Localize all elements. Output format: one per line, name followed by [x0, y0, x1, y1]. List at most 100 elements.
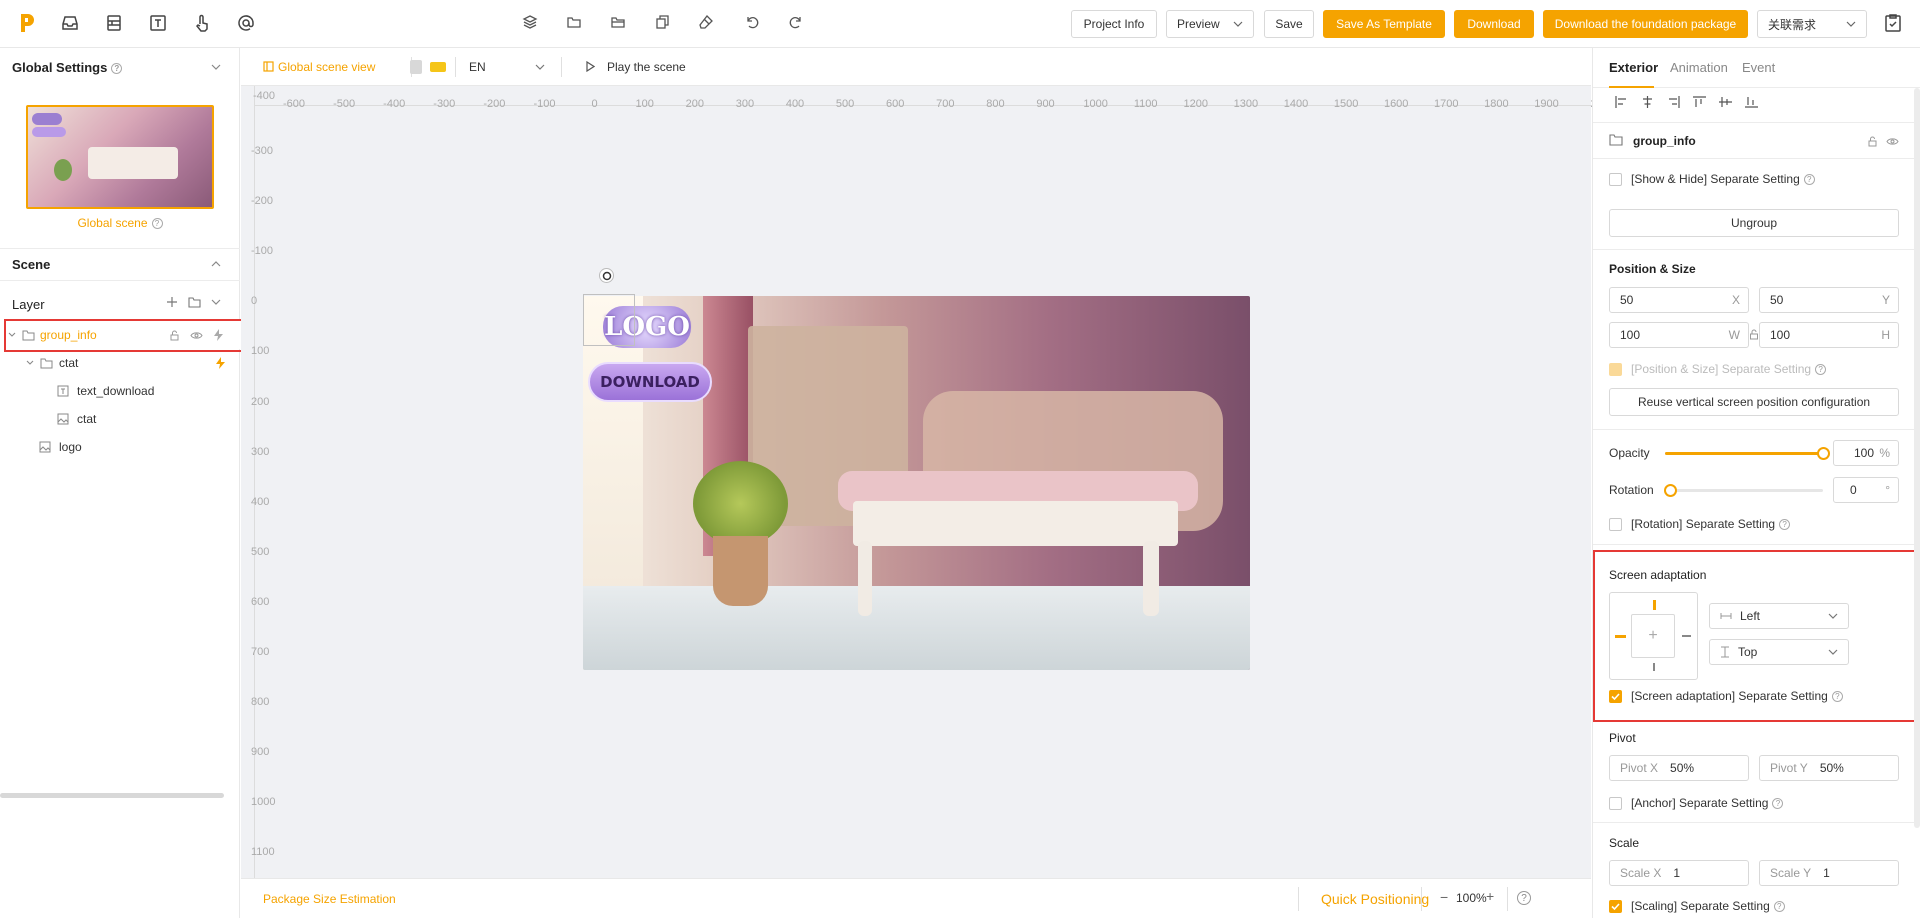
play-icon[interactable]: [586, 61, 595, 72]
scale-y-input[interactable]: Scale Y1: [1759, 860, 1899, 886]
zoom-in-icon[interactable]: +: [1486, 888, 1494, 904]
scene-preview[interactable]: LOGO DOWNLOAD: [583, 296, 1250, 670]
add-layer-icon[interactable]: [166, 296, 178, 308]
layout-icon[interactable]: [104, 13, 126, 35]
text-tool-icon[interactable]: [148, 13, 170, 35]
align-center-h-icon[interactable]: [1641, 96, 1654, 108]
folder-icon[interactable]: [566, 14, 588, 36]
rotation-checkbox[interactable]: [1609, 518, 1622, 531]
opacity-slider[interactable]: [1665, 447, 1830, 460]
quick-positioning-button[interactable]: Quick Positioning: [1321, 891, 1429, 907]
align-top-icon[interactable]: [1693, 96, 1706, 108]
rotation-input[interactable]: 0 °: [1833, 477, 1899, 503]
download-graphic[interactable]: DOWNLOAD: [588, 362, 712, 402]
tab-event[interactable]: Event: [1742, 60, 1775, 75]
horizontal-scrollbar[interactable]: [0, 793, 224, 798]
add-folder-icon[interactable]: [188, 296, 201, 308]
anchor-widget[interactable]: +: [1609, 592, 1698, 680]
help-icon[interactable]: ?: [151, 218, 163, 230]
global-scene-thumbnail[interactable]: [26, 105, 214, 209]
chevron-down-icon[interactable]: [211, 299, 221, 305]
position-size-checkbox[interactable]: [1609, 363, 1622, 376]
landscape-toggle[interactable]: [410, 60, 422, 74]
chevron-down-icon[interactable]: [26, 360, 34, 366]
help-icon[interactable]: ?: [1772, 798, 1784, 810]
lightning-icon[interactable]: [216, 357, 225, 369]
opacity-slider-knob[interactable]: [1817, 447, 1830, 460]
link-lock-icon[interactable]: [1749, 329, 1759, 340]
help-icon[interactable]: ?: [111, 63, 123, 75]
anchor-left-marker[interactable]: [1615, 635, 1626, 638]
anchor-bottom-marker[interactable]: [1653, 663, 1655, 671]
global-settings-header[interactable]: Global Settings?: [12, 60, 123, 75]
undo-icon[interactable]: [744, 14, 766, 36]
align-left-icon[interactable]: [1615, 96, 1628, 108]
layer-row-ctat-folder[interactable]: ctat: [0, 349, 240, 377]
chevron-up-icon[interactable]: [211, 261, 221, 267]
copy-icon[interactable]: [654, 14, 676, 36]
width-input[interactable]: 100 W: [1609, 322, 1749, 348]
horizontal-align-select[interactable]: Left: [1709, 603, 1849, 629]
height-input[interactable]: 100 H: [1759, 322, 1899, 348]
x-input[interactable]: 50 X: [1609, 287, 1749, 313]
opacity-input[interactable]: 100%: [1833, 440, 1899, 466]
eraser-icon[interactable]: [698, 14, 720, 36]
linked-requirements-dropdown[interactable]: 关联需求: [1757, 10, 1867, 38]
anchor-top-marker[interactable]: [1653, 600, 1656, 610]
rotate-handle-icon[interactable]: [599, 268, 614, 283]
portrait-toggle[interactable]: [430, 62, 446, 72]
reuse-vertical-button[interactable]: Reuse vertical screen position configura…: [1609, 388, 1899, 416]
pivot-x-input[interactable]: Pivot X 50%: [1609, 755, 1749, 781]
show-hide-checkbox[interactable]: [1609, 173, 1622, 186]
global-scene-caption[interactable]: Global scene?: [0, 216, 240, 230]
layer-row-ctat-image[interactable]: ctat: [0, 405, 240, 433]
pivot-y-input[interactable]: Pivot Y 50%: [1759, 755, 1899, 781]
layer-row-text-download[interactable]: text_download: [0, 377, 240, 405]
help-icon[interactable]: ?: [1831, 691, 1843, 703]
checklist-icon[interactable]: [1884, 13, 1906, 35]
tab-animation[interactable]: Animation: [1670, 60, 1728, 75]
redo-icon[interactable]: [788, 14, 810, 36]
help-icon[interactable]: ?: [1773, 901, 1785, 913]
inbox-icon[interactable]: [60, 13, 82, 35]
align-right-icon[interactable]: [1667, 96, 1680, 108]
package-size-link[interactable]: Package Size Estimation: [263, 892, 396, 906]
tab-exterior[interactable]: Exterior: [1609, 60, 1658, 75]
vertical-scrollbar[interactable]: [1914, 88, 1920, 828]
rotation-slider[interactable]: [1664, 484, 1823, 497]
preview-dropdown[interactable]: Preview: [1166, 10, 1254, 38]
zoom-out-icon[interactable]: −: [1440, 889, 1448, 905]
chevron-down-icon[interactable]: [211, 64, 221, 70]
scale-x-input[interactable]: Scale X1: [1609, 860, 1749, 886]
scaling-checkbox[interactable]: [1609, 900, 1622, 913]
help-icon[interactable]: ?: [1779, 519, 1791, 531]
touch-tool-icon[interactable]: [192, 13, 214, 35]
align-center-v-icon[interactable]: [1719, 96, 1732, 108]
help-icon[interactable]: ?: [1517, 891, 1531, 905]
y-input[interactable]: 50 Y: [1759, 287, 1899, 313]
zoom-level[interactable]: 100%: [1456, 891, 1487, 905]
download-foundation-button[interactable]: Download the foundation package: [1543, 10, 1748, 38]
anchor-center-icon[interactable]: +: [1631, 614, 1675, 658]
layer-row-logo[interactable]: logo: [0, 433, 240, 461]
global-scene-view-button[interactable]: Global scene view: [278, 60, 375, 74]
anchor-right-marker[interactable]: [1682, 635, 1691, 637]
ungroup-button[interactable]: Ungroup: [1609, 209, 1899, 237]
help-icon[interactable]: ?: [1815, 364, 1827, 376]
rotation-slider-knob[interactable]: [1664, 484, 1677, 497]
align-bottom-icon[interactable]: [1745, 96, 1758, 108]
layers-icon[interactable]: [522, 14, 544, 36]
folder-open-icon[interactable]: [610, 14, 632, 36]
app-logo-icon[interactable]: [18, 12, 40, 34]
language-select[interactable]: EN: [463, 56, 551, 78]
project-info-button[interactable]: Project Info: [1071, 10, 1157, 38]
play-scene-button[interactable]: Play the scene: [607, 60, 686, 74]
lock-icon[interactable]: [1867, 136, 1878, 147]
save-as-template-button[interactable]: Save As Template: [1323, 10, 1445, 38]
screen-adaptation-checkbox[interactable]: [1609, 690, 1622, 703]
help-icon[interactable]: ?: [1803, 174, 1815, 186]
eye-icon[interactable]: [1886, 137, 1899, 146]
vertical-align-select[interactable]: Top: [1709, 639, 1849, 665]
at-mention-icon[interactable]: [236, 13, 258, 35]
anchor-checkbox[interactable]: [1609, 797, 1622, 810]
